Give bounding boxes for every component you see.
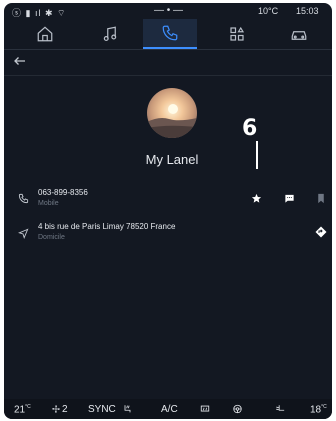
favorite-button[interactable] xyxy=(249,191,263,205)
ac-button[interactable]: A/C xyxy=(161,404,178,415)
clock: 15:03 xyxy=(296,6,319,16)
music-icon xyxy=(103,26,117,41)
contact-name: My Lanel xyxy=(145,152,199,167)
tab-vehicle[interactable] xyxy=(272,19,326,49)
apps-icon xyxy=(230,26,245,41)
message-button[interactable] xyxy=(282,191,296,205)
infotainment-screen: ⓢ ▮ ıl ✱ ⌔ — • — 10°C 15:03 My Lanel 6 0… xyxy=(4,3,332,419)
header-divider xyxy=(4,75,332,76)
home-icon xyxy=(37,26,53,42)
back-button[interactable] xyxy=(14,53,36,69)
sync-button[interactable]: SYNC xyxy=(88,404,116,415)
nav-divider xyxy=(4,49,332,50)
phone-icon xyxy=(162,25,178,41)
right-temp-unit: °C xyxy=(321,404,327,410)
right-temperature[interactable]: 18°C xyxy=(310,404,327,415)
address-type: Domicile xyxy=(38,234,65,241)
navigation-arrow-icon xyxy=(18,228,29,239)
climate-bar: 21°C 2 SYNC A/C 18°C xyxy=(4,399,332,419)
bookmark-icon xyxy=(318,193,324,203)
phone-number[interactable]: 063-899-8356 xyxy=(38,188,88,197)
tab-home[interactable] xyxy=(18,19,72,49)
outside-temperature: 10°C xyxy=(258,6,279,16)
callout-line xyxy=(256,141,258,169)
arrow-left-icon xyxy=(14,57,25,65)
top-navigation xyxy=(4,19,332,49)
status-bar: ⓢ ▮ ıl ✱ ⌔ — • — 10°C 15:03 xyxy=(4,3,332,19)
tab-music[interactable] xyxy=(83,19,137,49)
seat-heat-icon[interactable] xyxy=(122,404,133,414)
message-icon xyxy=(284,194,294,203)
tab-apps[interactable] xyxy=(210,19,264,49)
left-temp-value: 21 xyxy=(14,404,26,416)
callout-number: 6 xyxy=(242,116,258,141)
page-indicator: — • — xyxy=(154,5,184,16)
rear-defrost-icon[interactable] xyxy=(199,404,211,414)
tab-phone[interactable] xyxy=(143,19,197,49)
fan-speed: 2 xyxy=(62,404,68,415)
address-row-icon xyxy=(18,226,29,244)
bookmark-button[interactable] xyxy=(314,191,328,205)
left-temp-unit: °C xyxy=(25,404,31,410)
fan-icon[interactable] xyxy=(51,404,61,414)
right-temp-value: 18 xyxy=(310,404,322,416)
contact-avatar xyxy=(147,88,197,138)
phone-icon xyxy=(18,193,29,204)
phone-row-icon xyxy=(18,191,29,209)
navigate-button[interactable] xyxy=(314,225,328,239)
car-icon xyxy=(291,31,307,40)
left-temperature[interactable]: 21°C xyxy=(14,404,31,415)
star-icon xyxy=(251,193,261,203)
status-icons: ⓢ ▮ ıl ✱ ⌔ xyxy=(12,8,67,18)
phone-type: Mobile xyxy=(38,200,59,207)
navigate-diamond-icon xyxy=(315,226,327,238)
address-text[interactable]: 4 bis rue de Paris Limay 78520 France xyxy=(38,222,175,231)
steering-heat-icon[interactable] xyxy=(232,404,243,414)
seat-ventilation-icon[interactable] xyxy=(274,404,286,414)
